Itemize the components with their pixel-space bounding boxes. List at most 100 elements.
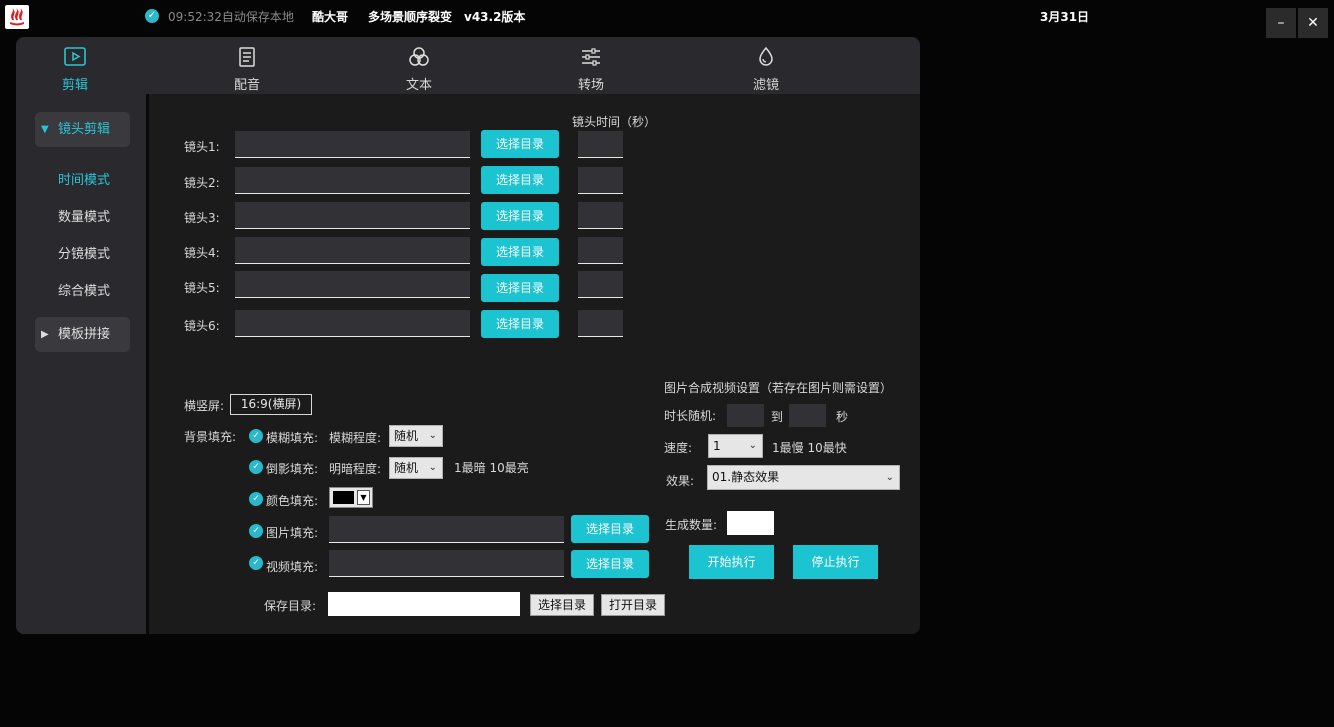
- effect-select[interactable]: 01.静态效果 ⌄: [707, 465, 900, 490]
- duration-to: 到: [771, 410, 784, 424]
- save-dir-select-button[interactable]: 选择目录: [530, 594, 594, 616]
- flame-icon: [6, 6, 28, 28]
- bg-fill-label: 背景填充:: [184, 430, 237, 444]
- sidebar-item-combined-mode[interactable]: 综合模式: [58, 280, 110, 299]
- tab-dubbing[interactable]: 配音: [207, 37, 287, 94]
- color-fill-checkbox[interactable]: ✓: [249, 492, 263, 506]
- app-version: v43.2版本: [464, 10, 526, 24]
- image-fill-path-input[interactable]: [329, 516, 564, 543]
- color-fill-label: 颜色填充:: [266, 494, 319, 508]
- shot-time-input[interactable]: [578, 237, 623, 264]
- shot-path-input[interactable]: [235, 310, 470, 337]
- image-fill-label: 图片填充:: [266, 526, 319, 540]
- dark-level-value: 随机: [394, 461, 419, 475]
- dark-level-hint: 1最暗 10最亮: [454, 461, 529, 475]
- reflect-fill-checkbox[interactable]: ✓: [249, 460, 263, 474]
- chevron-down-icon: ⌄: [428, 430, 437, 441]
- shot-select-dir-button[interactable]: 选择目录: [481, 166, 559, 194]
- app-name: 多场景顺序裂变: [368, 10, 453, 24]
- shot-label: 镜头4:: [184, 246, 220, 260]
- tab-filter-label: 滤镜: [752, 78, 779, 93]
- blur-level-select[interactable]: 随机 ⌄: [389, 425, 443, 447]
- shot-path-input[interactable]: [235, 131, 470, 158]
- shot-path-input[interactable]: [235, 167, 470, 194]
- shot-path-input[interactable]: [235, 271, 470, 298]
- sidebar-group-shot-edit[interactable]: ▼ 镜头剪辑: [35, 112, 130, 147]
- color-picker[interactable]: ▼: [329, 487, 373, 508]
- date-display: 3月31日: [1040, 10, 1090, 24]
- video-fill-label: 视频填充:: [266, 560, 319, 574]
- shot-label: 镜头1:: [184, 140, 220, 154]
- tab-edit[interactable]: 剪辑: [35, 37, 115, 94]
- speed-hint: 1最慢 10最快: [772, 441, 847, 455]
- tab-text-label: 文本: [405, 78, 432, 93]
- shot-select-dir-button[interactable]: 选择目录: [481, 130, 559, 158]
- save-dir-label: 保存目录:: [264, 599, 317, 613]
- tab-transition[interactable]: 转场: [551, 37, 631, 94]
- shot-path-input[interactable]: [235, 202, 470, 229]
- image-fill-checkbox[interactable]: ✓: [249, 524, 263, 538]
- sidebar-group-label: 模板拼接: [58, 327, 111, 342]
- shot-label: 镜头2:: [184, 176, 220, 190]
- sidebar-group-label: 镜头剪辑: [58, 122, 111, 137]
- shot-time-input[interactable]: [578, 167, 623, 194]
- sidebar-group-template[interactable]: ▶ 模板拼接: [35, 317, 130, 352]
- sidebar-item-time-mode[interactable]: 时间模式: [58, 169, 110, 188]
- shot-label: 镜头3:: [184, 211, 220, 225]
- duration-min-input[interactable]: [727, 404, 764, 427]
- tab-transition-label: 转场: [577, 78, 604, 93]
- blur-level-label: 模糊程度:: [329, 431, 382, 445]
- video-fill-checkbox[interactable]: ✓: [249, 556, 263, 570]
- filter-drop-icon: [759, 46, 773, 66]
- blur-fill-checkbox[interactable]: ✓: [249, 429, 263, 443]
- blur-fill-label: 模糊填充:: [266, 431, 319, 445]
- duration-max-input[interactable]: [789, 404, 826, 427]
- app-logo: [5, 5, 29, 29]
- dark-level-select[interactable]: 随机 ⌄: [389, 457, 443, 479]
- orientation-label: 横竖屏:: [184, 399, 225, 413]
- chevron-down-icon: ⌄: [748, 440, 757, 451]
- orientation-select[interactable]: 16:9(横屏): [230, 394, 312, 415]
- start-button[interactable]: 开始执行: [689, 545, 774, 579]
- chevron-down-icon: ⌄: [428, 462, 437, 473]
- main-panel: 剪辑 配音 文本 转场 滤镜 ▼ 镜头剪辑 时间模式 数量模式 分镜模式 综合模…: [16, 37, 920, 634]
- count-input[interactable]: [727, 511, 774, 535]
- close-button[interactable]: ✕: [1298, 8, 1328, 38]
- autosave-check-icon: ✓: [145, 9, 159, 23]
- shot-select-dir-button[interactable]: 选择目录: [481, 310, 559, 338]
- shot-select-dir-button[interactable]: 选择目录: [481, 274, 559, 302]
- shot-label: 镜头5:: [184, 281, 220, 295]
- sidebar-item-count-mode[interactable]: 数量模式: [58, 206, 110, 225]
- sidebar-divider: [146, 94, 149, 634]
- circles-icon: [409, 47, 429, 66]
- tab-text[interactable]: 文本: [379, 37, 459, 94]
- caret-right-icon: ▶: [41, 329, 49, 340]
- chevron-down-icon: ⌄: [885, 472, 894, 483]
- effect-value: 01.静态效果: [712, 470, 780, 484]
- shot-time-input[interactable]: [578, 131, 623, 158]
- sidebar: ▼ 镜头剪辑 时间模式 数量模式 分镜模式 综合模式 ▶ 模板拼接: [16, 94, 146, 634]
- effect-label: 效果:: [666, 474, 695, 488]
- speed-select[interactable]: 1 ⌄: [708, 434, 763, 458]
- video-fill-path-input[interactable]: [329, 550, 564, 577]
- shot-path-input[interactable]: [235, 237, 470, 264]
- shot-time-header: 镜头时间（秒）: [572, 115, 657, 129]
- shot-time-input[interactable]: [578, 271, 623, 298]
- minimize-button[interactable]: –: [1266, 8, 1296, 38]
- shot-time-input[interactable]: [578, 202, 623, 229]
- duration-label: 时长随机:: [664, 409, 717, 423]
- shot-time-input[interactable]: [578, 310, 623, 337]
- image-fill-select-button[interactable]: 选择目录: [571, 515, 649, 543]
- play-square-icon: [64, 47, 86, 66]
- save-dir-input[interactable]: [328, 592, 520, 616]
- user-name: 酷大哥: [312, 10, 349, 24]
- sidebar-item-storyboard-mode[interactable]: 分镜模式: [58, 243, 110, 262]
- shot-select-dir-button[interactable]: 选择目录: [481, 202, 559, 230]
- shot-select-dir-button[interactable]: 选择目录: [481, 238, 559, 266]
- tab-dubbing-label: 配音: [233, 78, 260, 93]
- save-dir-open-button[interactable]: 打开目录: [601, 594, 665, 616]
- video-fill-select-button[interactable]: 选择目录: [571, 550, 649, 578]
- stop-button[interactable]: 停止执行: [793, 545, 878, 579]
- dark-level-label: 明暗程度:: [329, 462, 382, 476]
- tab-filter[interactable]: 滤镜: [726, 37, 806, 94]
